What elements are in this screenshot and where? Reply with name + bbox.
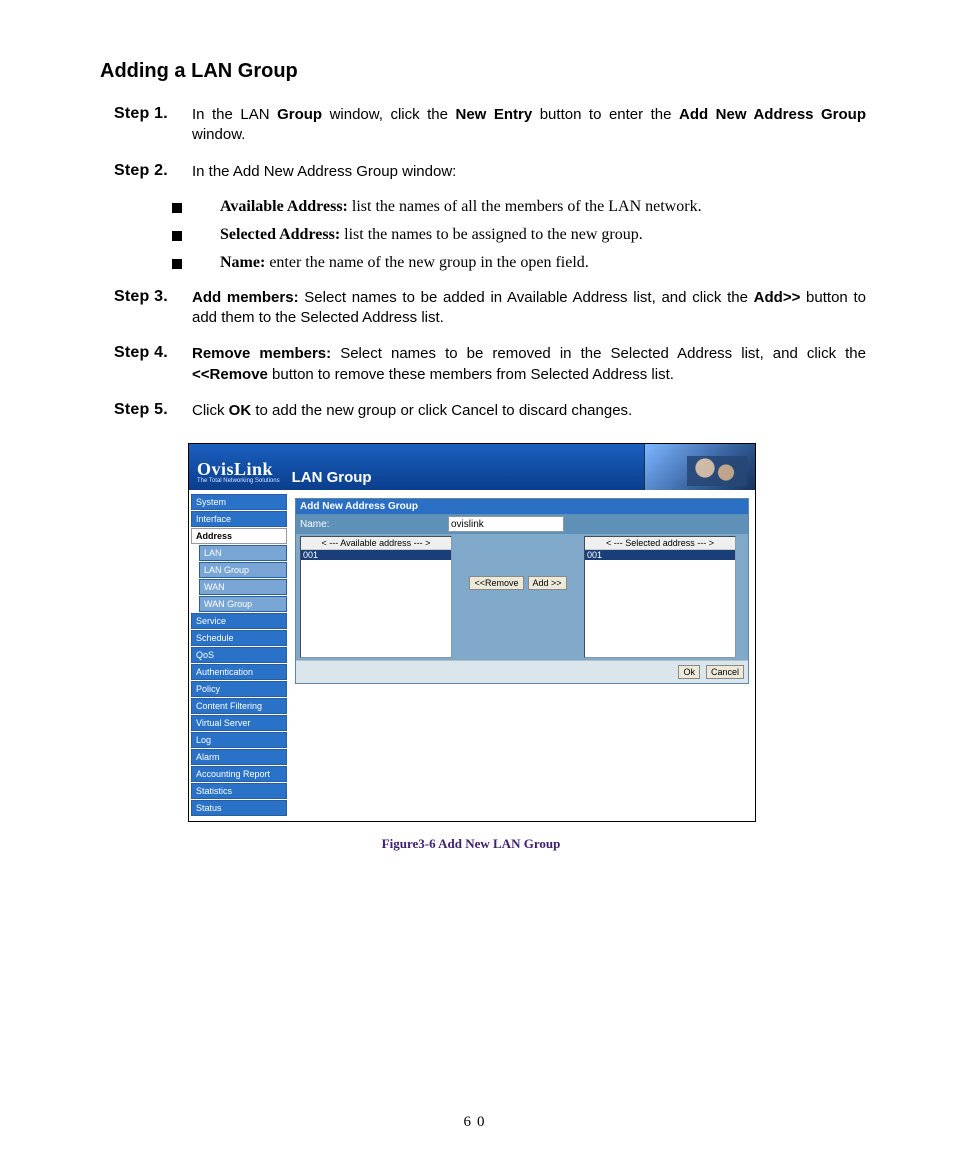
step-5-label: Step 5. xyxy=(114,401,192,419)
selected-header: < --- Selected address --- > xyxy=(585,537,735,550)
nav-lan[interactable]: LAN xyxy=(199,545,287,561)
text-bold: OK xyxy=(229,402,252,419)
nav-schedule[interactable]: Schedule xyxy=(191,630,287,646)
step-3-label: Step 3. xyxy=(114,288,192,306)
text: Click xyxy=(192,402,229,419)
selected-item[interactable]: 001 xyxy=(585,550,735,560)
step-2: Step 2. In the Add New Address Group win… xyxy=(114,162,866,182)
nav-interface[interactable]: Interface xyxy=(191,511,287,527)
text-bold: Selected Address: xyxy=(220,226,340,243)
brand-tagline: The Total Networking Solutions xyxy=(197,478,280,484)
screenshot-header: OvisLink The Total Networking Solutions … xyxy=(189,444,755,490)
nav-qos[interactable]: QoS xyxy=(191,647,287,663)
name-row: Name: xyxy=(296,514,748,534)
text-bold: Add>> xyxy=(754,289,801,306)
nav-wan[interactable]: WAN xyxy=(199,579,287,595)
text-bold: Add members: xyxy=(192,289,299,306)
nav-log[interactable]: Log xyxy=(191,732,287,748)
step-5: Step 5. Click OK to add the new group or… xyxy=(114,401,866,421)
remove-button[interactable]: <<Remove xyxy=(469,576,523,590)
panel-title: Add New Address Group xyxy=(296,499,748,514)
square-bullet-icon xyxy=(172,259,182,269)
nav-statistics[interactable]: Statistics xyxy=(191,783,287,799)
figure-caption: Figure3-6 Add New LAN Group xyxy=(188,836,754,852)
step-4-body: Remove members: Select names to be remov… xyxy=(192,344,866,385)
step-1-body: In the LAN Group window, click the New E… xyxy=(192,105,866,146)
ok-cancel-row: Ok Cancel xyxy=(296,660,748,683)
text-bold: Remove members: xyxy=(192,345,331,362)
name-input[interactable] xyxy=(448,516,564,532)
text: window, click the xyxy=(322,106,455,123)
step-2-bullets: Available Address: list the names of all… xyxy=(172,198,866,272)
add-group-panel: Add New Address Group Name: < --- Availa… xyxy=(295,498,749,684)
text: enter the name of the new group in the o… xyxy=(265,254,588,271)
cancel-button[interactable]: Cancel xyxy=(706,665,744,679)
text: Select names to be added in Available Ad… xyxy=(299,289,754,306)
section-title: Adding a LAN Group xyxy=(100,60,866,83)
nav-alarm[interactable]: Alarm xyxy=(191,749,287,765)
bullet-selected-address: Selected Address: list the names to be a… xyxy=(172,226,866,244)
text-bold: New Entry xyxy=(456,106,533,123)
nav-lan-group[interactable]: LAN Group xyxy=(199,562,287,578)
text: button to enter the xyxy=(532,106,679,123)
nav-address[interactable]: Address xyxy=(191,528,287,544)
screenshot: OvisLink The Total Networking Solutions … xyxy=(188,443,756,822)
text-bold: Add New Address Group xyxy=(679,106,866,123)
step-1: Step 1. In the LAN Group window, click t… xyxy=(114,105,866,146)
text: In the LAN xyxy=(192,106,277,123)
ok-button[interactable]: Ok xyxy=(678,665,700,679)
text: button to remove these members from Sele… xyxy=(268,366,674,383)
bullet-name: Name: enter the name of the new group in… xyxy=(172,254,866,272)
figure: OvisLink The Total Networking Solutions … xyxy=(188,443,754,852)
nav-accounting-report[interactable]: Accounting Report xyxy=(191,766,287,782)
step-5-body: Click OK to add the new group or click C… xyxy=(192,401,866,421)
nav-virtual-server[interactable]: Virtual Server xyxy=(191,715,287,731)
nav-content-filtering[interactable]: Content Filtering xyxy=(191,698,287,714)
text-bold: Available Address: xyxy=(220,198,348,215)
step-3-body: Add members: Select names to be added in… xyxy=(192,288,866,329)
step-2-body: In the Add New Address Group window: xyxy=(192,162,866,182)
available-header: < --- Available address --- > xyxy=(301,537,451,550)
page-number: 60 xyxy=(0,1114,954,1131)
text: window. xyxy=(192,126,245,143)
nav-system[interactable]: System xyxy=(191,494,287,510)
sidebar: System Interface Address LAN LAN Group W… xyxy=(189,490,289,821)
nav-status[interactable]: Status xyxy=(191,800,287,816)
nav-wan-group[interactable]: WAN Group xyxy=(199,596,287,612)
brand-text: OvisLink xyxy=(197,459,273,479)
step-4: Step 4. Remove members: Select names to … xyxy=(114,344,866,385)
text: list the names of all the members of the… xyxy=(348,198,702,215)
text-bold: Group xyxy=(277,106,322,123)
name-label: Name: xyxy=(300,519,448,530)
nav-service[interactable]: Service xyxy=(191,613,287,629)
add-button[interactable]: Add >> xyxy=(528,576,567,590)
text: Select names to be removed in the Select… xyxy=(331,345,866,362)
text-bold: <<Remove xyxy=(192,366,268,383)
text: list the names to be assigned to the new… xyxy=(340,226,643,243)
bullet-available-address: Available Address: list the names of all… xyxy=(172,198,866,216)
selected-address-list[interactable]: < --- Selected address --- > 001 xyxy=(584,536,736,658)
step-4-label: Step 4. xyxy=(114,344,192,362)
transfer-buttons: <<Remove Add >> xyxy=(456,536,580,590)
available-address-list[interactable]: < --- Available address --- > 001 xyxy=(300,536,452,658)
nav-authentication[interactable]: Authentication xyxy=(191,664,287,680)
header-photo xyxy=(644,444,755,490)
step-2-label: Step 2. xyxy=(114,162,192,180)
logo: OvisLink The Total Networking Solutions xyxy=(189,455,288,490)
nav-policy[interactable]: Policy xyxy=(191,681,287,697)
text-bold: Name: xyxy=(220,254,265,271)
text: to add the new group or click Cancel to … xyxy=(251,402,632,419)
header-title: LAN Group xyxy=(292,469,372,486)
square-bullet-icon xyxy=(172,231,182,241)
step-1-label: Step 1. xyxy=(114,105,192,123)
square-bullet-icon xyxy=(172,203,182,213)
available-item[interactable]: 001 xyxy=(301,550,451,560)
step-3: Step 3. Add members: Select names to be … xyxy=(114,288,866,329)
main-panel: Add New Address Group Name: < --- Availa… xyxy=(289,490,755,821)
